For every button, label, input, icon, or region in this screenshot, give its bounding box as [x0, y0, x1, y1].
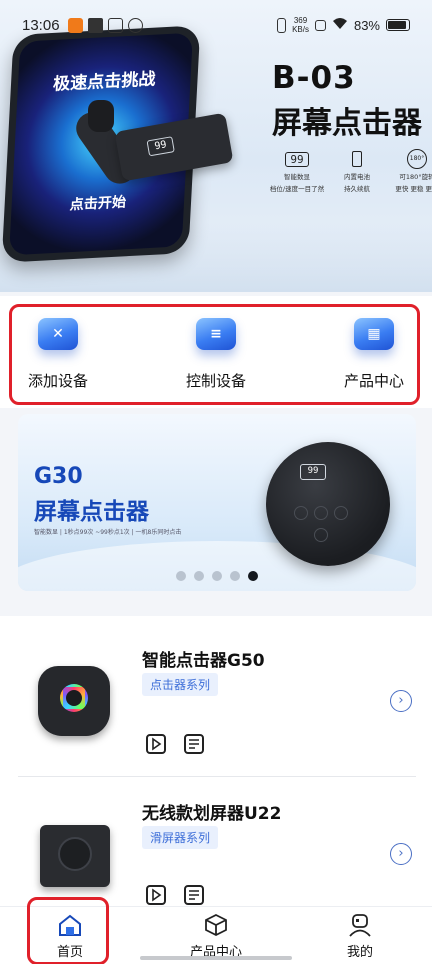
- product-actions: [146, 885, 204, 905]
- leaf-icon: [127, 17, 143, 33]
- banner-model-code: G30: [34, 464, 83, 489]
- battery-status-icon: [386, 19, 410, 31]
- nav-mine[interactable]: 我的: [310, 907, 410, 964]
- status-bar: 13:06 369 KB/s 83%: [0, 0, 432, 50]
- chevron-right-icon[interactable]: ›: [390, 690, 412, 712]
- u22-device-image: [40, 825, 110, 887]
- network-speed: 369 KB/s: [292, 16, 309, 34]
- feature-label: 内置电池: [344, 173, 370, 181]
- crown-icon: [87, 17, 103, 33]
- banner-model-name: 屏幕点击器: [34, 499, 149, 525]
- system-status: 369 KB/s 83%: [277, 16, 410, 34]
- product-center-button[interactable]: ▦ 产品中心: [324, 316, 424, 391]
- app-notification-icon: [67, 17, 83, 33]
- device-button: [334, 506, 348, 520]
- profile-icon: [347, 913, 373, 937]
- device-button: [314, 528, 328, 542]
- phone-start-text: 点击开始: [69, 194, 127, 214]
- product-card[interactable]: 智能点击器G50 点击器系列 ›: [18, 616, 416, 776]
- highlight-frame: [27, 897, 109, 964]
- status-time: 13:06: [22, 16, 60, 34]
- product-actions: [146, 734, 204, 754]
- phone-challenge-text: 极速点击挑战: [52, 69, 156, 95]
- counter-display-icon: 99: [285, 151, 309, 167]
- quick-actions: ✕ 添加设备 ≡ 控制设备 ▦ 产品中心: [0, 296, 432, 408]
- notification-icons: [67, 17, 143, 33]
- feature-label: 可180°旋转: [399, 173, 432, 181]
- gallery-icon: [107, 17, 123, 33]
- banner-subtitle: 智能数显 | 1秒点99次 ~99秒点1次 | 一机8乐同时点击: [34, 529, 182, 536]
- dial-ring: [58, 837, 92, 871]
- banner-device-image: 99: [266, 442, 390, 566]
- control-device-label: 控制设备: [185, 372, 246, 390]
- cube-icon: [203, 913, 229, 937]
- wifi-icon: [332, 17, 348, 33]
- document-icon[interactable]: [184, 734, 204, 754]
- product-list: 智能点击器G50 点击器系列 › 无线款划屏器U22 滑屏器系列 ›: [0, 616, 432, 906]
- net-speed-value: 369: [293, 16, 308, 25]
- carousel-dot[interactable]: [176, 571, 186, 581]
- feature-rotate: 180° 可180°旋转 更快 更稳 更准: [392, 148, 432, 194]
- device-display: 99: [146, 136, 175, 157]
- chevron-right-icon[interactable]: ›: [390, 843, 412, 865]
- gesture-bar[interactable]: [140, 956, 292, 960]
- promo-banner-carousel[interactable]: G30 屏幕点击器 智能数显 | 1秒点99次 ~99秒点1次 | 一机8乐同时…: [18, 414, 416, 591]
- carousel-dot[interactable]: [230, 571, 240, 581]
- add-device-button[interactable]: ✕ 添加设备: [8, 316, 108, 391]
- carousel-dot[interactable]: [194, 571, 204, 581]
- battery-icon: [352, 151, 362, 167]
- feature-smart-display: 99 智能数显 档位/速度一目了然: [269, 148, 325, 194]
- feature-sublabel: 更快 更稳 更准: [395, 185, 432, 193]
- nav-label: 我的: [346, 944, 373, 960]
- add-device-label: 添加设备: [27, 372, 88, 390]
- play-video-icon[interactable]: [146, 734, 166, 754]
- vibrate-icon: [277, 17, 287, 33]
- control-device-button[interactable]: ≡ 控制设备: [166, 316, 266, 391]
- hero-model-name: 屏幕点击器: [272, 106, 422, 141]
- add-device-icon: ✕: [32, 316, 84, 364]
- banner-device-display: 99: [300, 464, 326, 480]
- control-device-icon: ≡: [190, 316, 242, 364]
- document-icon[interactable]: [184, 885, 204, 905]
- net-speed-unit: KB/s: [292, 25, 309, 34]
- play-video-icon[interactable]: [146, 885, 166, 905]
- hero-feature-list: 99 智能数显 档位/速度一目了然 内置电池 持久续航 180° 可180°旋转…: [269, 148, 432, 194]
- g50-device-image: [38, 666, 110, 736]
- clicker-head: [88, 100, 114, 132]
- product-name: 无线款划屏器U22: [142, 804, 282, 824]
- hero-model-code: B-03: [272, 60, 356, 96]
- carousel-dot[interactable]: [212, 571, 222, 581]
- no-sim-icon: [314, 19, 326, 31]
- feature-label: 智能数显: [284, 173, 310, 181]
- product-center-icon: ▦: [348, 316, 400, 364]
- feature-sublabel: 持久续航: [344, 185, 370, 193]
- product-series-tag: 滑屏器系列: [142, 826, 219, 849]
- battery-percent: 83%: [353, 17, 380, 33]
- device-button: [294, 506, 308, 520]
- product-center-label: 产品中心: [343, 372, 404, 390]
- feature-battery: 内置电池 持久续航: [332, 148, 382, 194]
- rotate-180-icon: 180°: [407, 149, 427, 169]
- product-series-tag: 点击器系列: [142, 673, 219, 696]
- product-thumbnail: [32, 660, 116, 744]
- product-name: 智能点击器G50: [142, 651, 265, 671]
- feature-sublabel: 档位/速度一目了然: [269, 185, 325, 193]
- carousel-dots: [18, 571, 416, 581]
- device-button: [314, 506, 328, 520]
- product-thumbnail: [32, 815, 116, 899]
- rgb-ring: [60, 684, 88, 712]
- carousel-dot-active[interactable]: [248, 571, 258, 581]
